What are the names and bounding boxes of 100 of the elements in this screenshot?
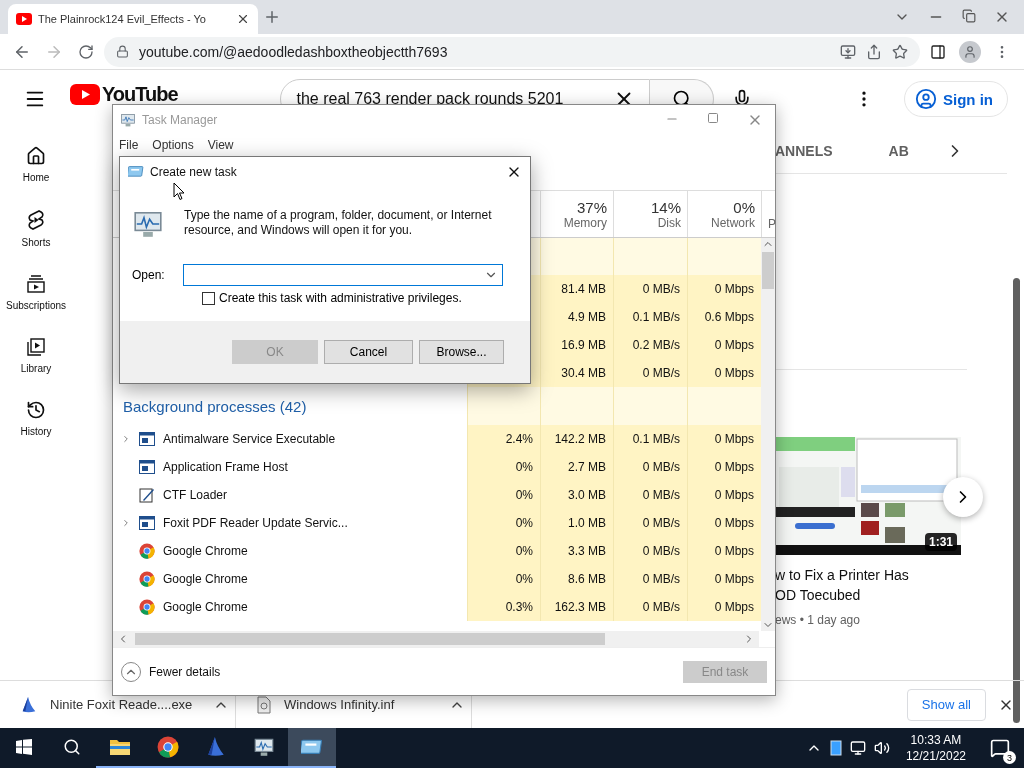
checkbox-label[interactable]: Create this task with administrative privileges. [219,291,462,305]
nav-item[interactable]: Home [0,146,72,183]
menu-item[interactable]: Options [152,138,194,152]
nav-item[interactable]: Subscriptions [0,274,72,311]
dialog-message: Type the name of a program, folder, document, or Internet resource, and Windows will open it for you. [184,208,493,238]
column-header[interactable]: Disk [657,215,681,230]
table-cell: 2.4% [467,425,540,453]
dialog-button[interactable]: Browse... [419,340,504,364]
close-icon[interactable] [236,12,250,26]
table-cell: 0 MB/s [613,453,687,481]
dialog-button[interactable]: Cancel [324,340,413,364]
url-text: youtube.com/@aedoodledashboxtheobjectth7693 [139,43,449,60]
table-cell: 81.4 MB [540,275,613,303]
table-cell: 142.2 MB [540,425,613,453]
chrome-icon [139,571,155,587]
nav-item[interactable]: History [0,400,72,437]
table-cell: 0.6 Mbps [687,303,761,331]
table-cell: 0.2 MB/s [613,331,687,359]
window-icon [139,516,155,530]
dialog-title: Create new task [150,164,237,179]
run-window-icon [301,738,323,756]
history-icon [26,400,46,420]
table-cell: 2.7 MB [540,453,613,481]
play-logo-icon [69,83,100,105]
expand-icon[interactable] [121,433,131,445]
column-header[interactable]: Memory [563,215,607,230]
table-cell: 0 Mbps [687,359,761,387]
channel-tab[interactable]: ANNELS [775,142,833,159]
table-cell: 0 Mbps [687,537,761,565]
table-cell: 0 Mbps [687,425,761,453]
window-icon [139,432,155,446]
scrollbar-thumb[interactable] [1013,278,1020,723]
clock[interactable]: 10:33 AM 12/21/2022 [905,732,966,764]
column-percent: 37% [576,198,607,216]
expand-icon[interactable] [121,517,131,529]
address-bar[interactable]: youtube.com/@aedoodledashboxtheobjectth7693 [104,36,920,67]
menu-item[interactable]: File [119,138,139,152]
table-cell: 162.3 MB [540,593,613,621]
column-percent: 0% [733,198,755,216]
restore-icon[interactable] [962,9,976,23]
lock-icon[interactable] [116,45,129,58]
nav-item[interactable]: Shorts [0,209,72,248]
process-name[interactable]: Antimalware Service Executable [163,432,336,446]
new-tab-icon[interactable] [263,8,281,26]
checkbox[interactable] [202,291,215,305]
nav-item[interactable]: Library [0,337,72,374]
windows-logo-icon[interactable] [16,739,32,755]
maximize-icon[interactable] [707,111,719,124]
tablet-icon[interactable] [829,740,842,756]
fewer-details-button[interactable]: Fewer details [121,661,221,682]
browser-tab[interactable]: The Plainrock124 Evil_Effects - Yo [8,4,258,34]
table-cell: 0 Mbps [687,453,761,481]
table-cell: 0 Mbps [687,481,761,509]
menu-item[interactable]: View [207,138,234,152]
column-percent: 14% [650,198,681,216]
table-cell: 0.1 MB/s [613,425,687,453]
side-panel-icon[interactable] [930,43,946,60]
volume-icon[interactable] [873,740,890,756]
reload-icon[interactable] [78,43,94,60]
table-cell: 0% [467,509,540,537]
process-name[interactable]: Google Chrome [163,600,248,614]
youtube-logo[interactable]: YouTube [69,83,178,105]
duration-badge: 1:31 [924,533,957,551]
table-cell: 0 MB/s [613,481,687,509]
share-icon[interactable] [866,43,882,60]
install-icon[interactable] [840,43,856,60]
monitor-chart-icon [253,736,275,758]
vertical-scrollbar[interactable] [761,238,775,631]
process-name[interactable]: Foxit PDF Reader Update Servic... [163,516,348,530]
table-cell: 0 MB/s [613,275,687,303]
monitor-chart-icon [120,111,136,128]
channel-tab[interactable]: AB [888,142,909,159]
profile-avatar[interactable] [959,40,981,63]
table-cell: 3.0 MB [540,481,613,509]
table-cell: 3.3 MB [540,537,613,565]
table-cell: 0 Mbps [687,565,761,593]
horizontal-scrollbar[interactable] [113,631,759,647]
table-cell: 0 Mbps [687,331,761,359]
network-icon[interactable] [849,740,866,756]
folder-icon [109,738,131,756]
table-cell: 1.0 MB [540,509,613,537]
sail-icon [205,736,227,758]
process-name[interactable]: Google Chrome [163,572,248,586]
chrome-icon [157,736,179,758]
scrollbar-thumb[interactable] [762,252,774,289]
process-name[interactable]: Google Chrome [163,544,248,558]
open-field[interactable] [182,264,503,286]
table-cell: 0.1 MB/s [613,303,687,331]
table-cell: 0 MB/s [613,359,687,387]
notifications-button[interactable]: 3 [982,730,1018,766]
scrollbar-thumb[interactable] [135,633,605,645]
search-icon[interactable] [63,738,81,756]
show-all-button[interactable]: Show all [906,688,986,721]
video-title[interactable]: OD Toecubed [775,585,985,605]
window-title: Task Manager [142,112,218,127]
column-header[interactable]: Network [711,215,755,230]
process-name[interactable]: Application Frame Host [163,460,288,474]
table-cell: 0 MB/s [613,537,687,565]
process-name[interactable]: CTF Loader [163,488,228,502]
star-icon[interactable] [892,43,908,60]
